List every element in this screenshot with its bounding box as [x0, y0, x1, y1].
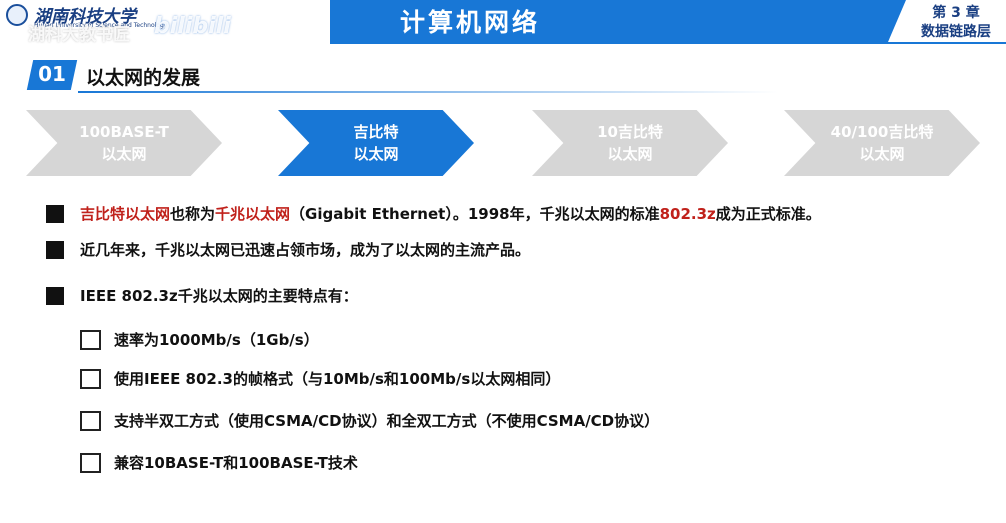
highlight-term: 千兆以太网	[215, 205, 291, 223]
bullet-text-part: 成为正式标准。	[715, 205, 821, 223]
hollow-square-bullet-icon	[80, 453, 101, 473]
slide-header: 湖南科技大学 Hunan University of Science and T…	[0, 0, 1006, 45]
chapter-name: 数据链路层	[921, 24, 991, 40]
arrow-step-10-gigabit: 10吉比特 以太网	[532, 110, 728, 176]
arrow-step-sublabel: 以太网	[353, 145, 399, 163]
arrow-step-gigabit: 吉比特 以太网	[278, 110, 474, 176]
feature-text: 支持半双工方式（使用CSMA/CD协议）和全双工方式（不使用CSMA/CD协议）	[114, 412, 660, 430]
bilibili-logo: bilibili	[154, 14, 231, 39]
arrow-step-sublabel: 以太网	[859, 145, 905, 163]
bullet-text: IEEE 802.3z千兆以太网的主要特点有：	[80, 287, 358, 305]
university-seal-icon	[6, 4, 28, 26]
filled-square-bullet-icon	[46, 287, 64, 305]
filled-square-bullet-icon	[46, 241, 64, 259]
arrow-step-40-100-gigabit: 40/100吉比特 以太网	[784, 110, 980, 176]
hollow-square-bullet-icon	[80, 330, 101, 350]
arrow-step-label: 吉比特	[353, 123, 399, 141]
arrow-step-100base-t: 100BASE-T 以太网	[26, 110, 222, 176]
feature-text: 速率为1000Mb/s（1Gb/s）	[114, 331, 319, 349]
feature-text: 使用IEEE 802.3的帧格式（与10Mb/s和100Mb/s以太网相同）	[114, 370, 561, 388]
bullet-text: 吉比特以太网也称为千兆以太网（Gigabit Ethernet）。1998年，千…	[80, 202, 821, 226]
bullet-text-part: （Gigabit Ethernet）。1998年，千兆以太网的标准	[290, 205, 660, 223]
arrow-step-label: 40/100吉比特	[830, 123, 934, 141]
chapter-number: 第 3 章	[932, 5, 980, 21]
filled-square-bullet-icon	[46, 205, 64, 223]
bullet-text-part: 也称为	[170, 205, 216, 223]
arrow-step-label: 10吉比特	[597, 123, 663, 141]
hollow-square-bullet-icon	[80, 369, 101, 389]
course-title: 计算机网络	[399, 8, 540, 37]
bullet-text: 近几年来，千兆以太网已迅速占领市场，成为了以太网的主流产品。	[80, 241, 531, 259]
section-number: 01	[38, 62, 66, 86]
highlight-term: 吉比特以太网	[80, 205, 171, 223]
hollow-square-bullet-icon	[80, 411, 101, 431]
highlight-term: 802.3z	[659, 205, 716, 223]
arrow-step-sublabel: 以太网	[101, 145, 147, 163]
section-divider	[78, 91, 778, 93]
arrow-step-sublabel: 以太网	[607, 145, 653, 163]
watermark-text: 湖科大教书匠	[28, 25, 130, 45]
feature-text: 兼容10BASE-T和100BASE-T技术	[114, 454, 358, 472]
section-title: 以太网的发展	[86, 67, 201, 89]
arrow-step-label: 100BASE-T	[79, 123, 169, 141]
chapter-badge: 第 3 章 数据链路层	[888, 0, 1006, 42]
